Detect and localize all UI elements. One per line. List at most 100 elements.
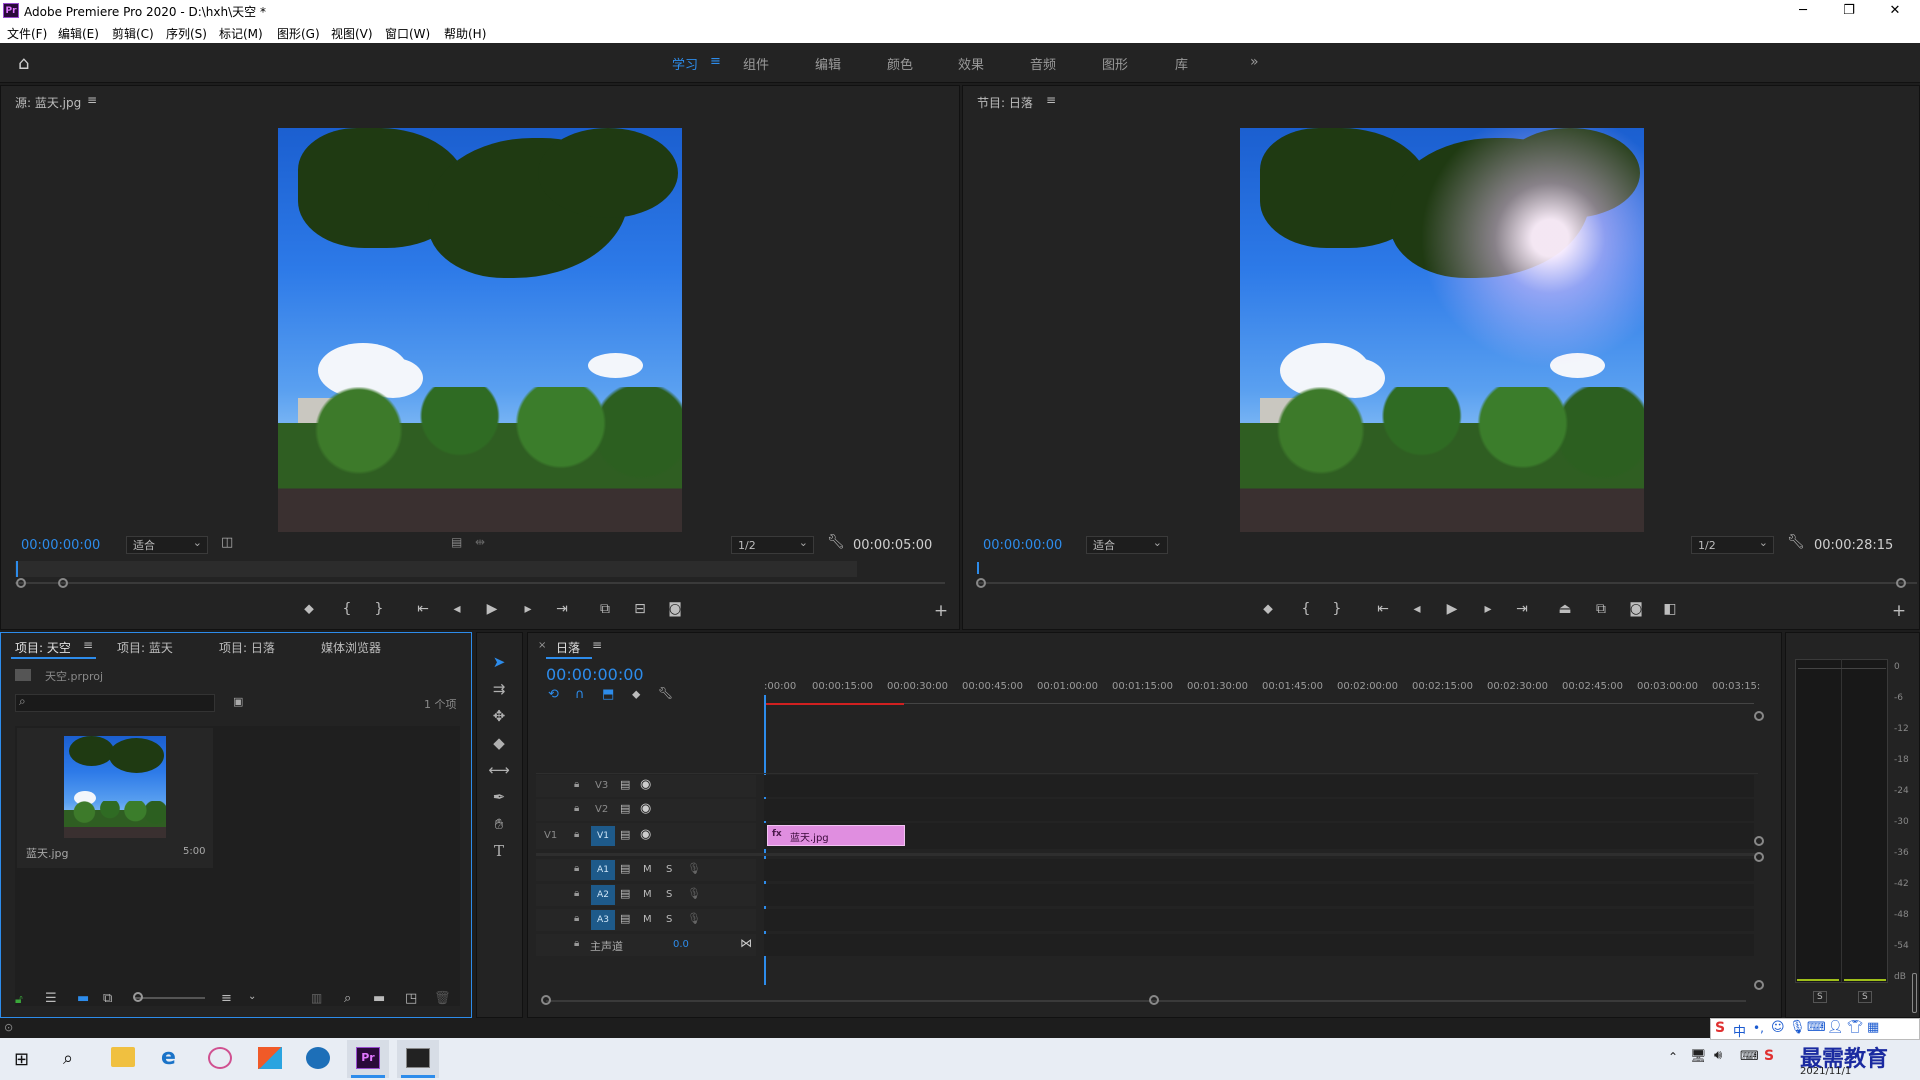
mark-out-icon[interactable]: } [1325, 601, 1349, 617]
thumbnail-size-slider[interactable] [135, 997, 205, 999]
solo-button[interactable]: S [666, 914, 672, 925]
tab-media-browser[interactable]: 媒体浏览器 [321, 639, 381, 656]
slip-tool-icon[interactable]: ⟷ [488, 761, 510, 779]
zoom-handle-right[interactable] [1149, 995, 1159, 1005]
lock-icon[interactable]: 🔒︎ [574, 829, 579, 840]
export-frame-icon[interactable]: ◙ [1624, 601, 1648, 617]
restore-button[interactable]: ❐ [1826, 0, 1872, 22]
drag-audio-icon[interactable]: ⇹ [475, 535, 485, 549]
insert-icon[interactable]: ⧉ [593, 601, 617, 617]
zoom-handle-left[interactable] [541, 995, 551, 1005]
menu-marker[interactable]: 标记(M) [219, 25, 263, 42]
program-playhead-timecode[interactable]: 00:00:00:00 [983, 538, 1062, 553]
source-monitor-title[interactable]: 源: 蓝天.jpg [15, 94, 81, 111]
insert-overlay-icon[interactable]: ◫ [221, 535, 233, 550]
menu-sequence[interactable]: 序列(S) [166, 25, 207, 42]
workspace-libraries[interactable]: 库 [1175, 54, 1188, 73]
track-target-a2[interactable]: A2 [591, 885, 615, 905]
step-back-icon[interactable]: ◂ [445, 601, 469, 617]
selection-tool-icon[interactable]: ➤ [488, 653, 510, 671]
lock-icon[interactable]: 🔒︎ [574, 779, 579, 790]
track-lane-v1[interactable] [764, 823, 1754, 849]
sort-icon[interactable]: ≡ [221, 991, 232, 1006]
user-icon[interactable]: 👤︎ [1827, 1020, 1844, 1035]
track-target-a3[interactable]: A3 [591, 910, 615, 930]
track-lane-master[interactable] [764, 934, 1754, 956]
add-marker-icon[interactable]: ⬥ [632, 687, 640, 702]
go-to-in-icon[interactable]: ⇤ [1371, 601, 1395, 617]
microphone-icon[interactable]: 🎙︎ [687, 912, 701, 925]
overwrite-icon[interactable]: ⊟ [628, 601, 652, 617]
zoom-handle-left[interactable] [16, 578, 26, 588]
timeline-clip[interactable]: fx 蓝天.jpg [767, 825, 905, 846]
go-to-edit-point-icon[interactable]: ⋈ [740, 936, 752, 950]
snap-icon[interactable]: ∩ [575, 687, 585, 702]
eye-icon[interactable]: ◉ [640, 777, 651, 792]
source-zoom-bar[interactable] [15, 582, 945, 584]
solo-left-button[interactable]: S [1813, 991, 1827, 1003]
export-frame-icon[interactable]: ◙ [663, 601, 687, 617]
premiere-taskbar-item[interactable]: Pr [347, 1040, 389, 1078]
menu-help[interactable]: 帮助(H) [444, 25, 486, 42]
panel-menu-icon[interactable]: ≡ [83, 638, 93, 652]
audio-scroll-handle-top[interactable] [1754, 852, 1764, 862]
nest-toggle-icon[interactable]: ⟲ [548, 687, 559, 702]
app-tiles-icon[interactable] [258, 1047, 282, 1069]
solo-right-button[interactable]: S [1858, 991, 1872, 1003]
list-view-icon[interactable]: ☰ [45, 991, 57, 1006]
wrench-icon[interactable]: 🔧︎ [827, 534, 845, 550]
step-forward-icon[interactable]: ▸ [516, 601, 540, 617]
eye-icon[interactable]: ◉ [640, 801, 651, 816]
add-marker-icon[interactable]: ⬥ [297, 601, 321, 617]
go-to-in-icon[interactable]: ⇤ [411, 601, 435, 617]
sync-lock-icon[interactable]: ▤ [620, 912, 630, 925]
button-editor-plus-icon[interactable]: + [1887, 601, 1911, 621]
menu-graphics[interactable]: 图形(G) [277, 25, 320, 42]
play-icon[interactable]: ▶ [1440, 601, 1464, 617]
master-volume-value[interactable]: 0.0 [673, 939, 689, 950]
network-icon[interactable]: 🖥︎ [1690, 1049, 1707, 1064]
zoom-handle-right[interactable] [58, 578, 68, 588]
lock-icon[interactable]: 🔒︎ [574, 938, 579, 949]
track-header-v2[interactable]: 🔒︎ V2 ▤ ◉ [536, 799, 756, 821]
pen-tool-icon[interactable]: ✒ [488, 788, 510, 806]
source-playhead[interactable] [16, 561, 18, 577]
track-lane-a1[interactable] [764, 859, 1754, 881]
menu-edit[interactable]: 编辑(E) [58, 25, 99, 42]
automate-icon[interactable]: ▥ [311, 991, 322, 1005]
step-back-icon[interactable]: ◂ [1405, 601, 1429, 617]
zoom-handle-right[interactable] [1896, 578, 1906, 588]
track-lane-v3[interactable] [764, 775, 1754, 797]
source-patch-v1[interactable]: V1 [544, 830, 557, 841]
lock-icon[interactable]: 🔒︎ [574, 913, 579, 924]
drag-video-icon[interactable]: ▤ [451, 535, 462, 549]
paint-app-icon[interactable] [208, 1047, 232, 1069]
button-editor-plus-icon[interactable]: + [929, 601, 953, 621]
program-monitor-title[interactable]: 节目: 日落 [977, 94, 1033, 111]
program-zoom-bar[interactable] [977, 582, 1917, 584]
eye-icon[interactable]: ◉ [640, 827, 651, 842]
ripple-edit-tool-icon[interactable]: ✥ [488, 707, 510, 725]
windows-start-icon[interactable]: ⊞ [14, 1049, 29, 1070]
chevron-down-icon[interactable]: ⌄ [248, 991, 256, 1002]
track-header-a1[interactable]: 🔒︎ A1 ▤ M S 🎙︎ [536, 859, 756, 881]
volume-icon[interactable]: 🔊︎ [1714, 1048, 1722, 1063]
photos-taskbar-item[interactable] [397, 1040, 439, 1078]
edge-browser-icon[interactable]: e [161, 1045, 176, 1070]
voice-input-icon[interactable]: 🎙︎ [1789, 1020, 1806, 1035]
wrench-icon[interactable]: 🔧︎ [1787, 534, 1805, 550]
find-icon[interactable]: ⌕ [344, 991, 351, 1006]
solo-button[interactable]: S [666, 889, 672, 900]
workspace-graphics[interactable]: 图形 [1102, 54, 1128, 73]
new-bin-icon[interactable]: ▬ [373, 991, 385, 1006]
lock-icon[interactable]: 🔒︎ [574, 803, 579, 814]
timeline-ruler[interactable]: :00:00 00:00:15:00 00:00:30:00 00:00:45:… [764, 681, 1760, 701]
browser-globe-icon[interactable] [306, 1047, 330, 1069]
mute-button[interactable]: M [643, 889, 652, 900]
more-workspaces-icon[interactable]: » [1250, 54, 1259, 70]
tab-project-sky[interactable]: 项目: 天空 [15, 639, 71, 656]
program-resolution-dropdown[interactable]: 1/2 [1691, 535, 1774, 554]
track-lane-v2[interactable] [764, 799, 1754, 821]
workspace-editing[interactable]: 编辑 [815, 54, 841, 73]
ime-mode[interactable]: 中 [1733, 1021, 1746, 1040]
